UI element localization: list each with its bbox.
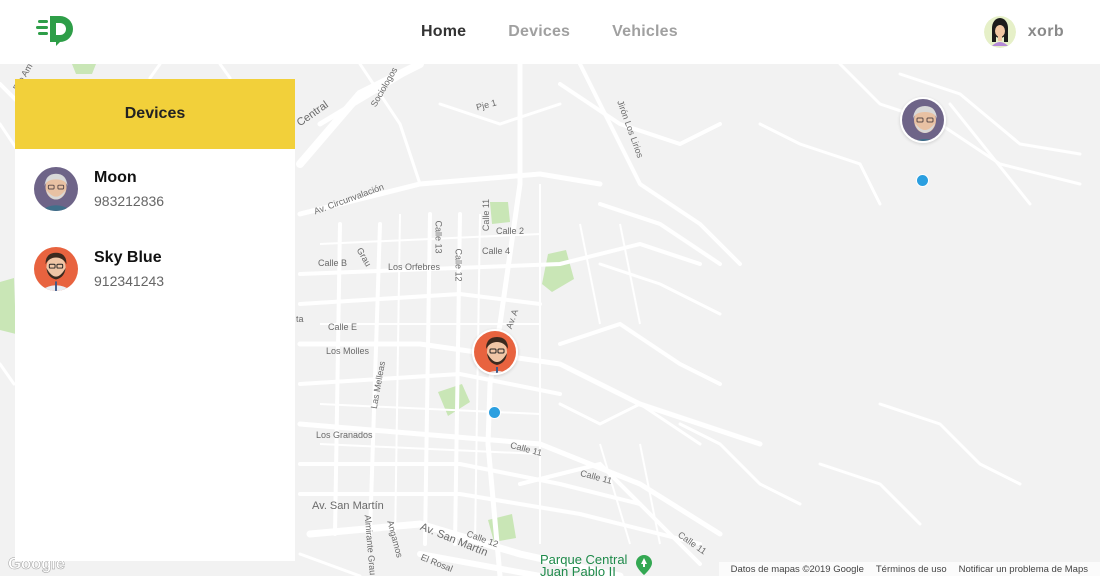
device-marker-moon[interactable]: [900, 97, 946, 143]
street-label: Los Molles: [326, 346, 370, 356]
map-terms-link[interactable]: Términos de uso: [876, 564, 947, 575]
street-label: Los Granados: [316, 430, 373, 440]
device-item-moon[interactable]: Moon 983212836: [15, 167, 295, 227]
top-header: Home Devices Vehicles xorb: [0, 0, 1100, 64]
user-name: xorb: [1027, 23, 1064, 40]
street-label: Calle 12: [453, 248, 464, 282]
park-label-line: Parque Central Juan Pablo II: [540, 552, 628, 576]
device-location-dot[interactable]: [916, 174, 929, 187]
device-number: 983212836: [94, 193, 165, 209]
device-marker-sky-blue[interactable]: [472, 329, 518, 375]
main-nav: Home Devices Vehicles: [400, 0, 699, 64]
panel-title: Devices: [15, 79, 295, 149]
nav-home[interactable]: Home: [421, 23, 466, 41]
map-copyright: Datos de mapas ©2019 Google: [730, 563, 864, 575]
device-number: 912341243: [94, 273, 165, 289]
street-label: Calle E: [328, 322, 358, 332]
street-label: Los Orfebres: [388, 262, 441, 272]
devices-panel: Devices Moon 983212836 Sky Blue 91234124…: [15, 79, 295, 561]
street-label: Calle 11: [481, 198, 492, 232]
park-pin-icon[interactable]: [636, 555, 652, 575]
old-man-avatar-icon: [34, 167, 78, 211]
street-label: Calle 4: [482, 246, 511, 256]
street-label: ta: [296, 314, 304, 324]
device-location-dot[interactable]: [488, 406, 501, 419]
nav-vehicles[interactable]: Vehicles: [612, 23, 678, 41]
device-name: Sky Blue: [94, 249, 162, 266]
map-report-link[interactable]: Notificar un problema de Maps: [959, 564, 1088, 575]
park-label: Parque Central Juan Pablo II: [540, 552, 628, 576]
street-label: Calle B: [318, 258, 348, 268]
street-label: Calle 2: [496, 226, 525, 236]
woman-avatar-icon[interactable]: [983, 16, 1016, 48]
nav-devices[interactable]: Devices: [508, 23, 570, 41]
street-label: Calle 13: [433, 220, 444, 254]
user-menu[interactable]: xorb: [983, 16, 1064, 48]
bearded-man-avatar-icon: [34, 247, 78, 291]
street-label: Av. San Martín: [312, 500, 384, 512]
device-name: Moon: [94, 169, 137, 186]
map-attribution: Datos de mapas ©2019 Google Términos de …: [718, 562, 1100, 576]
d-speed-logo-icon[interactable]: [36, 14, 76, 48]
device-item-sky-blue[interactable]: Sky Blue 912341243: [15, 247, 295, 307]
